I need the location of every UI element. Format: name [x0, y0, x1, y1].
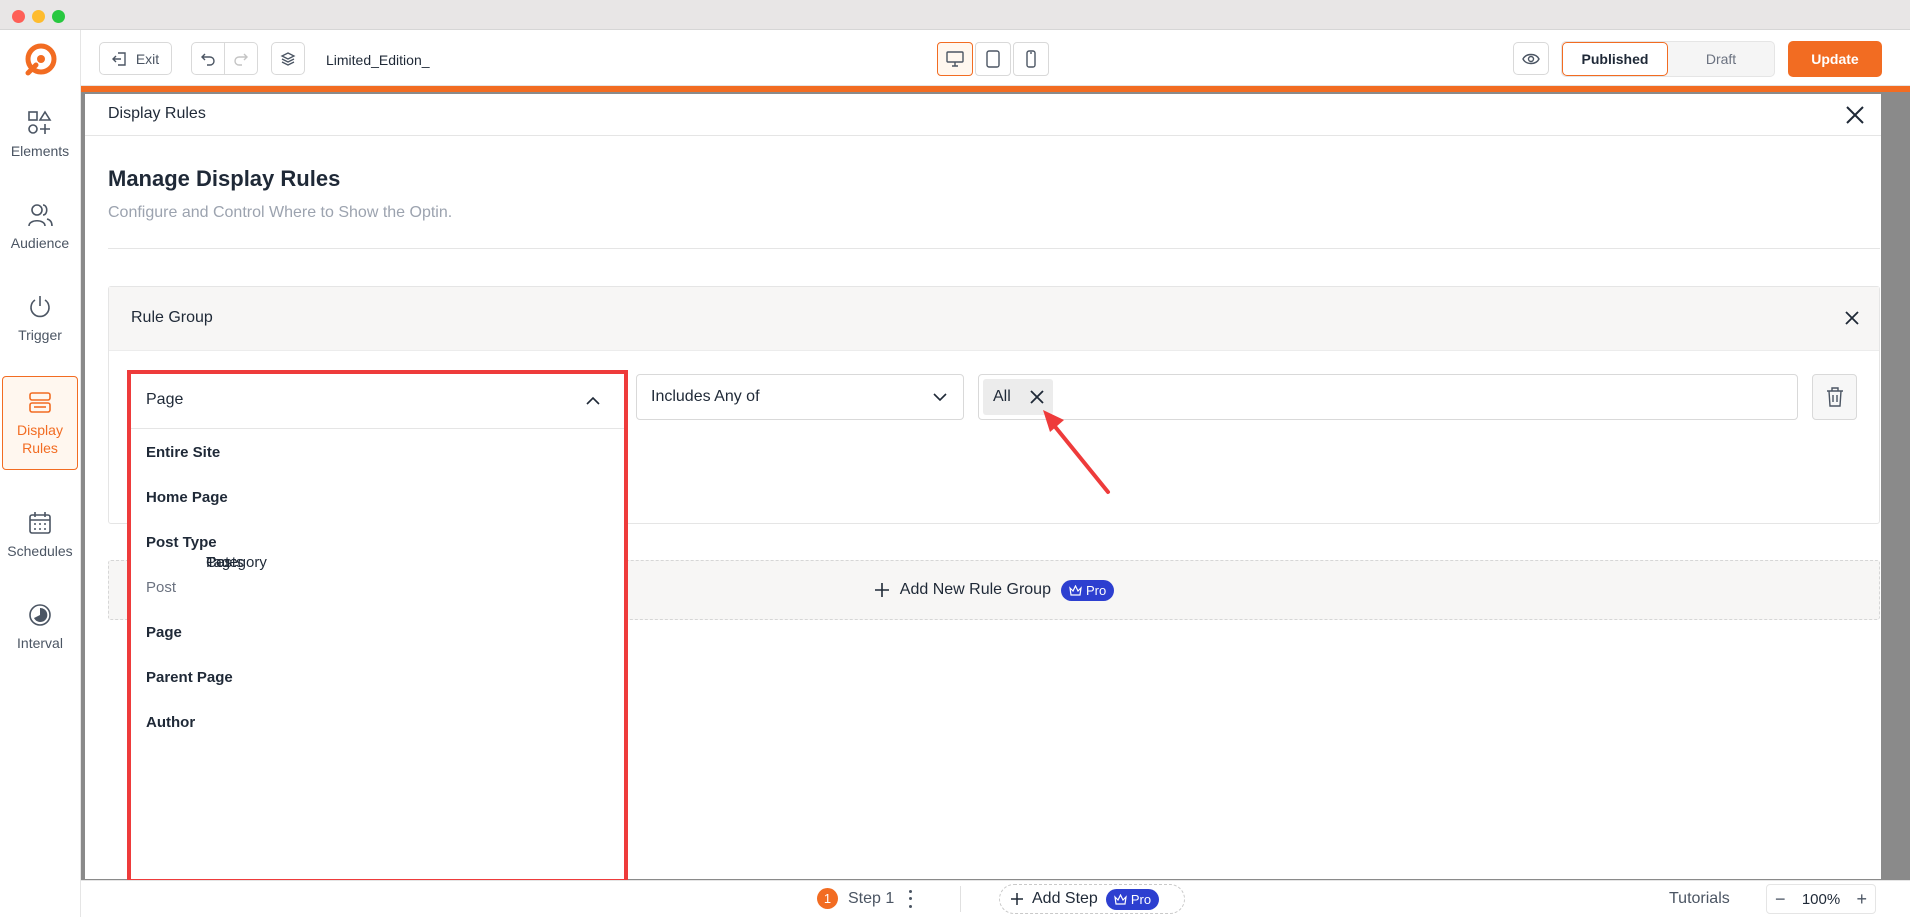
draft-option[interactable]: Draft	[1668, 42, 1774, 76]
update-button[interactable]: Update	[1788, 41, 1882, 77]
divider	[108, 248, 1880, 249]
chevron-up-icon	[586, 396, 600, 405]
option-page[interactable]: Page	[131, 610, 624, 655]
sidebar-item-elements[interactable]: Elements	[2, 98, 78, 192]
exit-label: Exit	[135, 50, 160, 67]
redo-button[interactable]	[224, 42, 258, 75]
sidebar-item-trigger[interactable]: Trigger	[2, 282, 78, 376]
chevron-down-icon	[933, 393, 947, 402]
minimize-window-button[interactable]	[32, 10, 45, 23]
redo-icon	[234, 53, 248, 66]
annotation-arrow	[1043, 410, 1110, 494]
page-subtitle: Configure and Control Where to Show the …	[108, 204, 453, 221]
desktop-view-button[interactable]	[937, 42, 973, 76]
bottom-bar: 1 Step 1 Add Step Pro Tutorials − 100% +	[81, 880, 1910, 917]
add-step-button[interactable]: Add Step Pro	[999, 884, 1185, 914]
exit-icon	[111, 51, 126, 66]
maximize-window-button[interactable]	[52, 10, 65, 23]
rule-group-header: Rule Group	[109, 287, 1879, 351]
audience-icon	[28, 204, 53, 227]
tablet-view-button[interactable]	[975, 42, 1011, 76]
zoom-out-button[interactable]: −	[1775, 890, 1786, 908]
tutorials-link[interactable]: Tutorials	[1669, 890, 1730, 908]
step-label: Step 1	[848, 889, 895, 907]
delete-rule-button[interactable]	[1812, 374, 1857, 420]
exit-button[interactable]: Exit	[99, 42, 172, 75]
sidebar: Elements Audience Trigger Display Rules	[0, 30, 81, 917]
pro-badge-label: Pro	[1130, 891, 1152, 907]
sidebar-item-audience[interactable]: Audience	[2, 190, 78, 284]
top-toolbar: Exit Limited_Edition_ Published Draft Up…	[81, 30, 1910, 86]
sidebar-item-label: Display Rules	[17, 422, 63, 456]
zoom-in-button[interactable]: +	[1856, 890, 1867, 908]
zoom-level: 100%	[1801, 890, 1841, 908]
option-entire-site[interactable]: Entire Site	[131, 430, 624, 475]
modal-header-title: Display Rules	[108, 105, 206, 122]
display-rules-icon	[29, 392, 51, 413]
step-selector[interactable]: 1 Step 1	[817, 888, 916, 909]
sidebar-item-label: Schedules	[7, 543, 73, 559]
add-step-label: Add Step	[1032, 890, 1098, 907]
divider	[960, 886, 961, 912]
close-icon[interactable]	[1843, 103, 1867, 127]
dropdown-options: Entire Site Home Page Post Type Post Pos…	[131, 430, 624, 745]
sidebar-item-interval[interactable]: Interval	[2, 590, 78, 684]
sidebar-item-label: Interval	[17, 635, 63, 651]
power-icon	[30, 296, 50, 318]
page-type-dropdown: Page Entire Site Home Page Post Type Pos…	[127, 370, 628, 883]
close-window-button[interactable]	[12, 10, 25, 23]
mobile-icon	[1026, 50, 1036, 68]
crown-icon	[1113, 893, 1127, 905]
canvas-accent-bar	[81, 86, 1910, 92]
layers-icon	[280, 51, 296, 66]
preview-button[interactable]	[1513, 42, 1549, 75]
window-titlebar	[0, 0, 1910, 30]
elements-icon	[28, 110, 52, 134]
eye-icon	[1522, 53, 1540, 64]
pro-badge: Pro	[1060, 579, 1115, 601]
option-parent-page[interactable]: Parent Page	[131, 655, 624, 700]
condition-select[interactable]: Includes Any of	[636, 374, 964, 420]
page-type-select[interactable]: Page	[131, 374, 624, 429]
sidebar-item-label: Audience	[10, 235, 70, 251]
interval-icon	[29, 604, 51, 626]
crown-icon	[1069, 584, 1082, 596]
page-type-selected: Page	[146, 391, 184, 408]
step-number-badge: 1	[817, 888, 838, 909]
option-tag[interactable]: Tag	[154, 540, 230, 585]
sidebar-item-label: Elements	[10, 143, 70, 159]
value-tag-label: All	[993, 388, 1011, 405]
desktop-icon	[946, 51, 964, 67]
sidebar-item-display-rules[interactable]: Display Rules	[2, 376, 78, 470]
undo-button[interactable]	[191, 42, 225, 75]
mobile-view-button[interactable]	[1013, 42, 1049, 76]
step-menu-icon[interactable]	[904, 889, 916, 908]
sidebar-item-label: Trigger	[18, 327, 62, 343]
plus-icon	[874, 583, 889, 597]
published-option[interactable]: Published	[1562, 42, 1668, 76]
page-title: Manage Display Rules	[108, 166, 341, 191]
zoom-control: − 100% +	[1766, 884, 1876, 914]
remove-rule-group-icon[interactable]	[1841, 307, 1863, 329]
plus-icon	[1011, 893, 1023, 905]
layers-button[interactable]	[271, 42, 305, 75]
calendar-icon	[29, 512, 51, 534]
document-title[interactable]: Limited_Edition_	[326, 52, 430, 68]
pro-badge: Pro	[1105, 888, 1160, 910]
option-author[interactable]: Author	[131, 700, 624, 745]
condition-select-value: Includes Any of	[651, 388, 760, 405]
device-switcher	[937, 42, 1049, 76]
option-home-page[interactable]: Home Page	[131, 475, 624, 520]
pro-badge-label: Pro	[1085, 582, 1107, 598]
trash-icon	[1826, 387, 1843, 407]
sidebar-item-schedules[interactable]: Schedules	[2, 498, 78, 592]
rule-group-title: Rule Group	[131, 309, 213, 326]
undo-icon	[201, 53, 215, 66]
publish-status-toggle: Published Draft	[1561, 41, 1775, 77]
tablet-icon	[986, 50, 1000, 68]
modal-header: Display Rules	[85, 94, 1881, 136]
add-rule-group-label: Add New Rule Group	[899, 581, 1051, 598]
app-logo-icon[interactable]	[20, 40, 60, 80]
